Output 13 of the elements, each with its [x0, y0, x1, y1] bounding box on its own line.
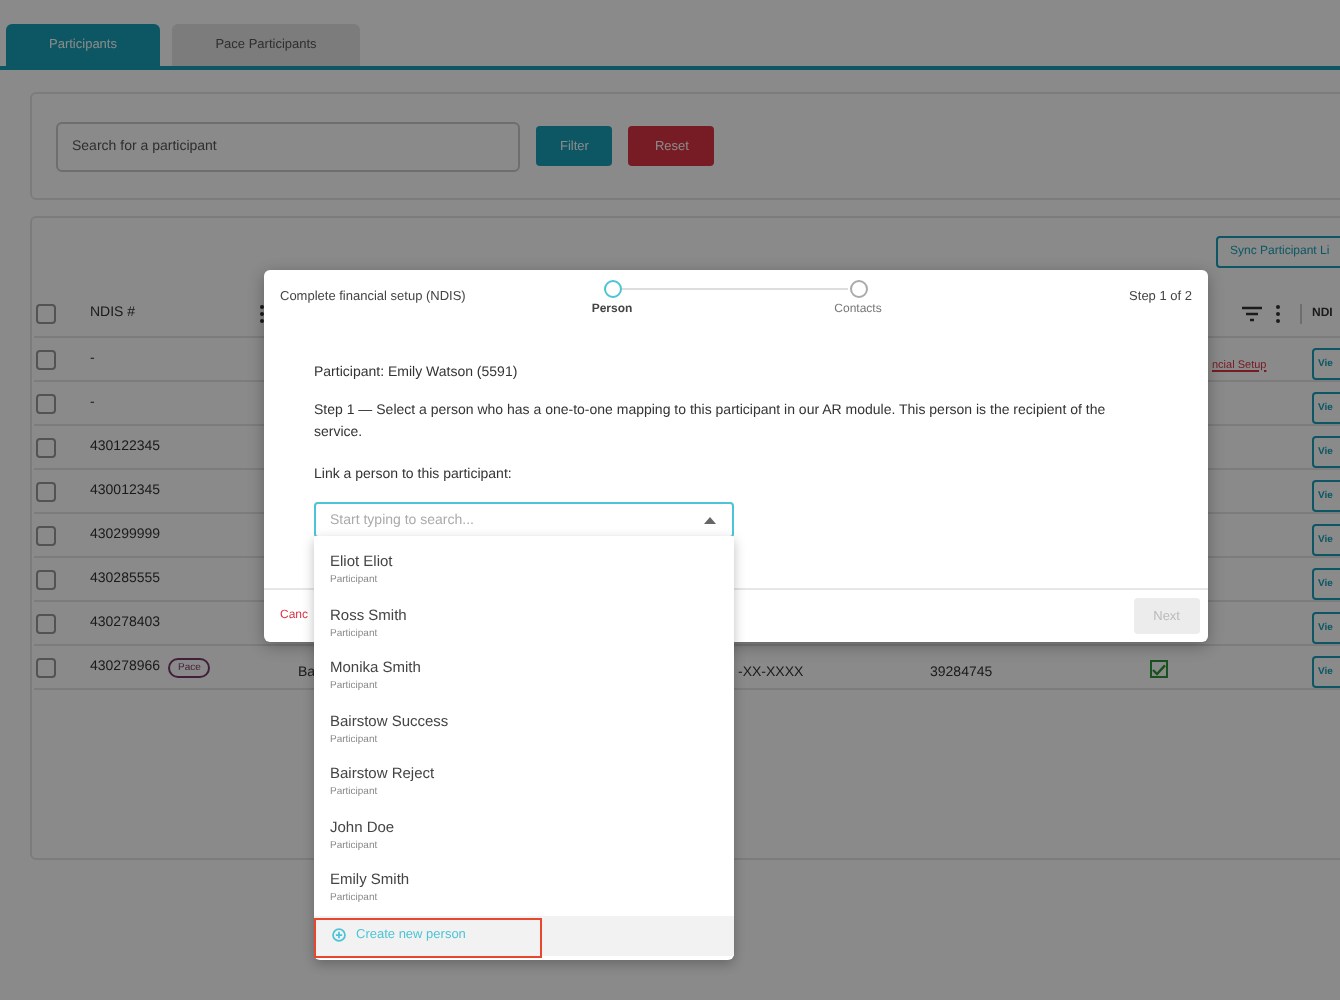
checkbox[interactable] — [36, 481, 56, 501]
checkbox[interactable] — [36, 393, 56, 413]
checkbox[interactable] — [36, 657, 56, 677]
filter-icon[interactable] — [1242, 305, 1262, 321]
caret-icon[interactable] — [704, 516, 716, 524]
kebab-icon[interactable] — [258, 303, 266, 323]
checkbox[interactable] — [36, 349, 56, 369]
checkbox[interactable] — [36, 303, 56, 323]
checkbox[interactable] — [36, 613, 56, 633]
plus-circle-icon — [332, 928, 346, 942]
checkbox[interactable] — [36, 525, 56, 545]
checkbox[interactable] — [36, 569, 56, 589]
checkbox[interactable] — [36, 437, 56, 457]
